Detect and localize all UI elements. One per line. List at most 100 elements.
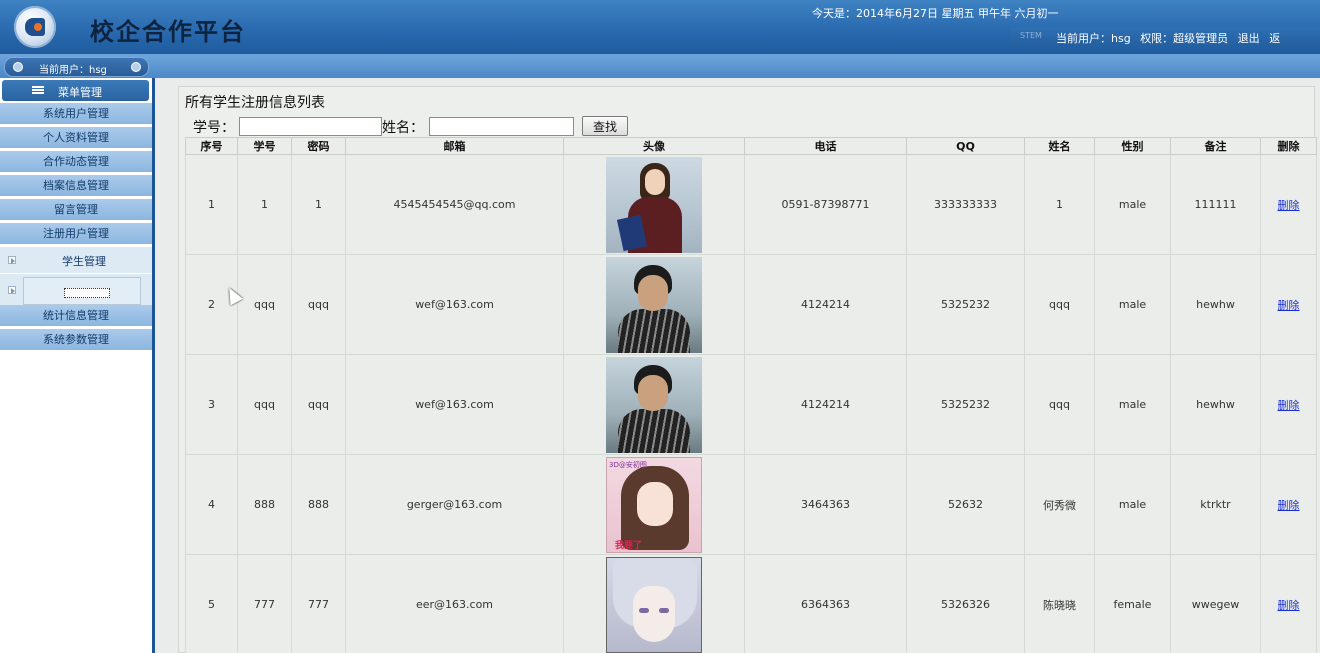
cell-note: 111111 — [1170, 154, 1261, 255]
sidebar-item-cooperation-news[interactable]: 合作动态管理 — [0, 151, 152, 173]
current-user-box: 当前用户：hsg — [4, 57, 149, 77]
search-button[interactable]: 查找 — [582, 116, 628, 136]
sidebar-sub-selected[interactable] — [0, 274, 152, 308]
sidebar-item-messages[interactable]: 留言管理 — [0, 199, 152, 221]
cell-qq: 52632 — [906, 454, 1025, 555]
sub-header-bar: 当前用户：hsg — [0, 54, 1320, 78]
cell-gender: male — [1094, 454, 1171, 555]
expand-arrow-icon[interactable] — [8, 286, 16, 294]
column-header: 序号 — [185, 137, 238, 155]
cell-name: 何秀微 — [1024, 454, 1095, 555]
cell-email: 4545454545@qq.com — [345, 154, 564, 255]
logout-link[interactable]: 退出 — [1238, 32, 1260, 45]
cell-student-id: 1 — [237, 154, 292, 255]
avatar-man-photo — [606, 356, 702, 453]
cell-phone: 6364363 — [744, 554, 907, 653]
header-permission: 权限：超级管理员 — [1140, 32, 1229, 45]
cell-qq: 5325232 — [906, 254, 1025, 355]
cell-no: 3 — [185, 354, 238, 455]
sidebar-item-registered-users[interactable]: 注册用户管理 — [0, 223, 152, 245]
logo-dot — [34, 23, 42, 31]
cell-qq: 333333333 — [906, 154, 1025, 255]
page-title: 所有学生注册信息列表 — [185, 95, 325, 111]
sidebar-item-archives[interactable]: 档案信息管理 — [0, 175, 152, 197]
sidebar-item-statistics[interactable]: 统计信息管理 — [0, 305, 152, 327]
menu-header-label: 菜单管理 — [58, 86, 102, 99]
main-panel: 所有学生注册信息列表 学号： 姓名： 查找 序号 学号 密码 邮箱 头像 电话 … — [178, 86, 1317, 653]
student-id-label: 学号： — [193, 120, 235, 136]
cell-note: hewhw — [1170, 254, 1261, 355]
header-current-user: 当前用户：hsg — [1056, 32, 1131, 45]
cell-phone: 4124214 — [744, 354, 907, 455]
column-header: QQ — [906, 137, 1025, 155]
top-header: 校企合作平台 今天是：2014年6月27日 星期五 甲午年 六月初一 STEM … — [0, 0, 1320, 54]
cell-delete: 删除 — [1260, 454, 1317, 555]
table-row: 2 qqq qqq wef@163.com 4124214 5325232 qq… — [185, 254, 1317, 355]
cell-avatar — [563, 154, 745, 255]
column-header: 删除 — [1260, 137, 1317, 155]
current-user-text: 当前用户：hsg — [39, 65, 107, 76]
return-link[interactable]: 返 — [1269, 32, 1280, 45]
student-id-input[interactable] — [239, 117, 382, 136]
sidebar-item-system-params[interactable]: 系统参数管理 — [0, 329, 152, 351]
app-title: 校企合作平台 — [90, 17, 246, 46]
cell-avatar — [563, 254, 745, 355]
column-header: 学号 — [237, 137, 292, 155]
cell-phone: 4124214 — [744, 254, 907, 355]
logo-icon — [14, 6, 56, 48]
column-header: 邮箱 — [345, 137, 564, 155]
delete-link[interactable]: 删除 — [1278, 299, 1300, 312]
delete-link[interactable]: 删除 — [1278, 199, 1300, 212]
column-header: 密码 — [291, 137, 346, 155]
cell-email: eer@163.com — [345, 554, 564, 653]
sub-item-box[interactable] — [23, 277, 141, 305]
cell-gender: female — [1094, 554, 1171, 653]
cell-avatar: 3D@安初图 我要了 — [563, 454, 745, 555]
cell-name: qqq — [1024, 354, 1095, 455]
cell-phone: 3464363 — [744, 454, 907, 555]
table-row: 1 1 1 4545454545@qq.com 0591-87398771 33… — [185, 154, 1317, 255]
column-header: 备注 — [1170, 137, 1261, 155]
sidebar: 菜单管理 系统用户管理 个人资料管理 合作动态管理 档案信息管理 留言管理 注册… — [0, 78, 155, 653]
cell-qq: 5326326 — [906, 554, 1025, 653]
cell-delete: 删除 — [1260, 354, 1317, 455]
delete-link[interactable]: 删除 — [1278, 599, 1300, 612]
table-row: 5 777 777 eer@163.com 6364363 5326326 陈晓… — [185, 554, 1317, 653]
table-row: 3 qqq qqq wef@163.com 4124214 5325232 qq… — [185, 354, 1317, 455]
cell-password: qqq — [291, 254, 346, 355]
cell-password: 888 — [291, 454, 346, 555]
expand-arrow-icon[interactable] — [8, 256, 16, 264]
cell-delete: 删除 — [1260, 554, 1317, 653]
focus-outline — [64, 288, 110, 298]
menu-header[interactable]: 菜单管理 — [2, 80, 149, 101]
avatar-anime-boy — [606, 556, 702, 653]
cell-gender: male — [1094, 154, 1171, 255]
bullet-icon — [131, 62, 141, 72]
cell-name: qqq — [1024, 254, 1095, 355]
avatar-anime-girl: 3D@安初图 我要了 — [606, 456, 702, 553]
name-label: 姓名： — [382, 120, 424, 136]
sidebar-item-profile[interactable]: 个人资料管理 — [0, 127, 152, 149]
cell-note: ktrktr — [1170, 454, 1261, 555]
date-line: 今天是：2014年6月27日 星期五 甲午年 六月初一 — [812, 7, 1059, 20]
cell-password: 1 — [291, 154, 346, 255]
cell-gender: male — [1094, 254, 1171, 355]
cell-email: wef@163.com — [345, 354, 564, 455]
bullet-icon — [13, 62, 23, 72]
column-header: 头像 — [563, 137, 745, 155]
cell-password: qqq — [291, 354, 346, 455]
cell-name: 陈晓晓 — [1024, 554, 1095, 653]
delete-link[interactable]: 删除 — [1278, 499, 1300, 512]
cell-no: 1 — [185, 154, 238, 255]
delete-link[interactable]: 删除 — [1278, 399, 1300, 412]
cell-no: 4 — [185, 454, 238, 555]
name-input[interactable] — [429, 117, 574, 136]
avatar-caption-top: 3D@安初图 — [609, 460, 647, 469]
cell-note: wwegew — [1170, 554, 1261, 653]
sidebar-item-system-users[interactable]: 系统用户管理 — [0, 103, 152, 125]
cell-student-id: qqq — [237, 254, 292, 355]
sidebar-sub-student[interactable]: 学生管理 — [0, 247, 152, 274]
cell-password: 777 — [291, 554, 346, 653]
column-header: 电话 — [744, 137, 907, 155]
cell-email: wef@163.com — [345, 254, 564, 355]
